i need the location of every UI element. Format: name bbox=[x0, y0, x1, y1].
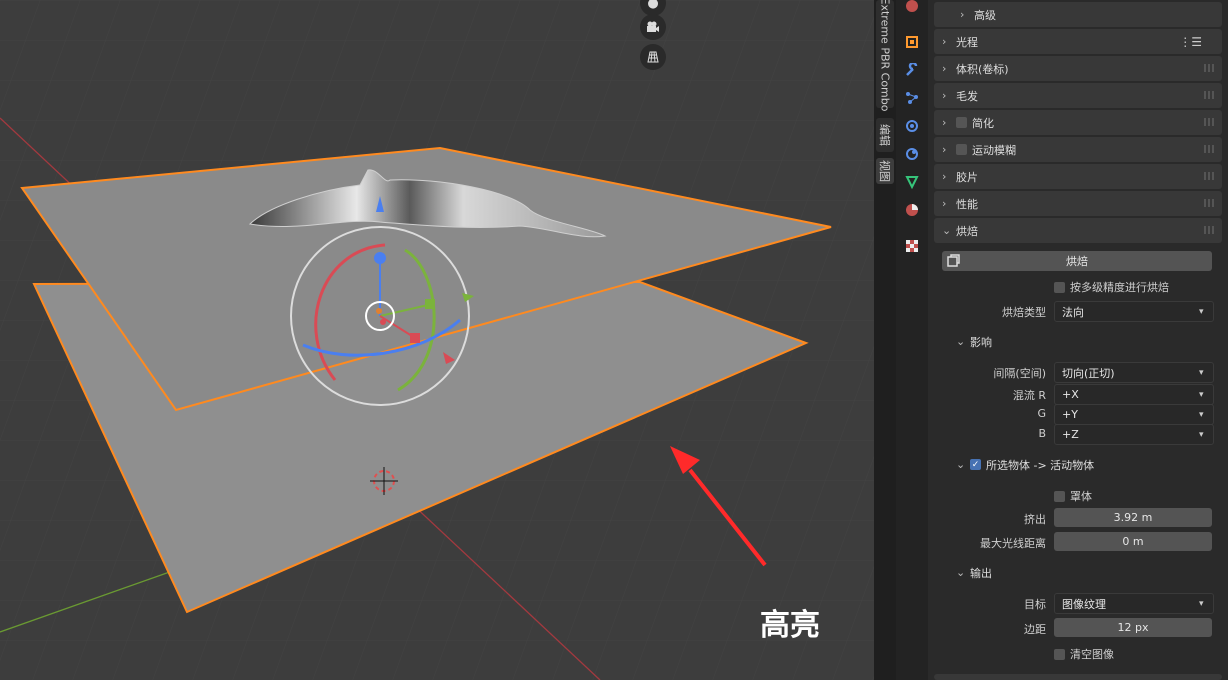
panel-volumes[interactable]: › 体积(卷标) bbox=[934, 56, 1222, 81]
texture-icon[interactable] bbox=[900, 234, 924, 258]
panel-bake[interactable]: ⌄ 烘焙 bbox=[934, 218, 1222, 243]
particles-icon[interactable] bbox=[900, 86, 924, 110]
target-dropdown[interactable]: 图像纹理 ▾ bbox=[1054, 593, 1214, 614]
tab-addon[interactable]: Extreme PBR Combo bbox=[876, 0, 894, 111]
target-label: 目标 bbox=[1024, 598, 1046, 611]
panel-selected-to-active[interactable]: ⌄ ✓ 所选物体 -> 活动物体 bbox=[934, 452, 1222, 477]
swizzle-r-label: 混流 R bbox=[1012, 389, 1046, 402]
chevron-right-icon: › bbox=[942, 143, 947, 156]
swizzle-b-dropdown[interactable]: +Z ▾ bbox=[1054, 424, 1214, 445]
chevron-down-icon: ▾ bbox=[1199, 598, 1204, 609]
chevron-right-icon: › bbox=[942, 197, 947, 210]
chevron-right-icon: › bbox=[960, 8, 965, 21]
data-mesh-icon[interactable] bbox=[900, 170, 924, 194]
normal-space-dropdown[interactable]: 切向(正切) ▾ bbox=[1054, 362, 1214, 383]
properties-tabs bbox=[896, 0, 928, 680]
margin-label: 边距 bbox=[1024, 623, 1046, 636]
clear-image-checkbox[interactable]: 清空图像 bbox=[1054, 646, 1114, 662]
drag-handle-icon[interactable] bbox=[1204, 91, 1216, 99]
annotation-label: 高亮 bbox=[760, 608, 820, 643]
chevron-down-icon: ▾ bbox=[1199, 429, 1204, 440]
chevron-right-icon: › bbox=[942, 62, 947, 75]
panel-advanced[interactable]: › 高级 bbox=[934, 2, 1222, 27]
drag-handle-icon[interactable] bbox=[1204, 145, 1216, 153]
modifier-wrench-icon[interactable] bbox=[900, 58, 924, 82]
chevron-down-icon: ⌄ bbox=[956, 458, 966, 471]
normal-space-label: 间隔(空间) bbox=[993, 367, 1046, 380]
properties-panel: › 高级 › 光程 ⋮☰ › 体积(卷标) › 毛发 › 简化 › 运动模糊 › 胶片 › 性能 … bbox=[928, 0, 1228, 680]
tab-edit[interactable]: 编辑 bbox=[876, 118, 894, 152]
panel-simplify[interactable]: › 简化 bbox=[934, 110, 1222, 135]
constraints-icon[interactable] bbox=[900, 142, 924, 166]
bake-multires-checkbox[interactable]: 按多级精度进行烘焙 bbox=[1054, 279, 1169, 295]
panel-hair[interactable]: › 毛发 bbox=[934, 83, 1222, 108]
presets-list-icon[interactable]: ⋮☰ bbox=[1179, 35, 1202, 49]
drag-handle-icon[interactable] bbox=[1204, 64, 1216, 72]
drag-handle-icon[interactable] bbox=[1204, 172, 1216, 180]
object-icon[interactable] bbox=[900, 30, 924, 54]
chevron-down-icon: ▾ bbox=[1199, 306, 1204, 317]
panel-film[interactable]: › 胶片 bbox=[934, 164, 1222, 189]
swizzle-b-label: B bbox=[1038, 427, 1046, 440]
max-ray-distance-label: 最大光线距离 bbox=[980, 537, 1046, 550]
bake-type-label: 烘焙类型 bbox=[1002, 306, 1046, 319]
camera-icon[interactable] bbox=[640, 14, 666, 40]
max-ray-distance-field[interactable]: 0 m bbox=[1054, 532, 1212, 551]
chevron-right-icon: › bbox=[942, 89, 947, 102]
panel-next bbox=[934, 674, 1222, 680]
motion-blur-checkbox[interactable] bbox=[956, 144, 967, 155]
panel-light-paths[interactable]: › 光程 ⋮☰ bbox=[934, 29, 1222, 54]
swizzle-g-label: G bbox=[1037, 407, 1046, 420]
drag-handle-icon[interactable] bbox=[1204, 118, 1216, 126]
drag-handle-icon[interactable] bbox=[1204, 199, 1216, 207]
3d-viewport[interactable]: ● 高亮 bbox=[0, 0, 874, 680]
panel-influence[interactable]: ⌄ 影响 bbox=[934, 329, 1222, 354]
panel-output[interactable]: ⌄ 输出 bbox=[934, 560, 1222, 585]
bake-type-dropdown[interactable]: 法向 ▾ bbox=[1054, 301, 1214, 322]
viewport-scene bbox=[0, 0, 874, 680]
chevron-down-icon: ⌄ bbox=[956, 335, 966, 348]
margin-field[interactable]: 12 px bbox=[1054, 618, 1212, 637]
chevron-right-icon: › bbox=[942, 116, 947, 129]
cage-checkbox[interactable]: 罩体 bbox=[1054, 488, 1092, 504]
extrusion-label: 挤出 bbox=[1024, 513, 1046, 526]
selected-to-active-checkbox[interactable]: ✓ bbox=[970, 459, 981, 470]
chevron-down-icon: ▾ bbox=[1199, 389, 1204, 400]
extrusion-field[interactable]: 3.92 m bbox=[1054, 508, 1212, 527]
panel-motion-blur[interactable]: › 运动模糊 bbox=[934, 137, 1222, 162]
world-icon[interactable] bbox=[900, 0, 924, 18]
tab-view[interactable]: 视图 bbox=[876, 158, 894, 184]
chevron-down-icon: ⌄ bbox=[942, 224, 952, 237]
chevron-down-icon: ▾ bbox=[1199, 409, 1204, 420]
chevron-right-icon: › bbox=[942, 170, 947, 183]
material-icon[interactable] bbox=[900, 198, 924, 222]
chevron-down-icon: ▾ bbox=[1199, 367, 1204, 378]
bake-button[interactable]: 烘焙 bbox=[942, 251, 1212, 271]
panel-performance[interactable]: › 性能 bbox=[934, 191, 1222, 216]
physics-icon[interactable] bbox=[900, 114, 924, 138]
chevron-right-icon: › bbox=[942, 35, 947, 48]
drag-handle-icon[interactable] bbox=[1204, 226, 1216, 234]
swizzle-r-dropdown[interactable]: +X ▾ bbox=[1054, 384, 1214, 405]
sidebar-tabs: Extreme PBR Combo 编辑 视图 bbox=[874, 0, 896, 680]
chevron-down-icon: ⌄ bbox=[956, 566, 966, 579]
grid-icon[interactable] bbox=[640, 44, 666, 70]
simplify-checkbox[interactable] bbox=[956, 117, 967, 128]
swizzle-g-dropdown[interactable]: +Y ▾ bbox=[1054, 404, 1214, 425]
bake-render-icon bbox=[947, 254, 960, 267]
